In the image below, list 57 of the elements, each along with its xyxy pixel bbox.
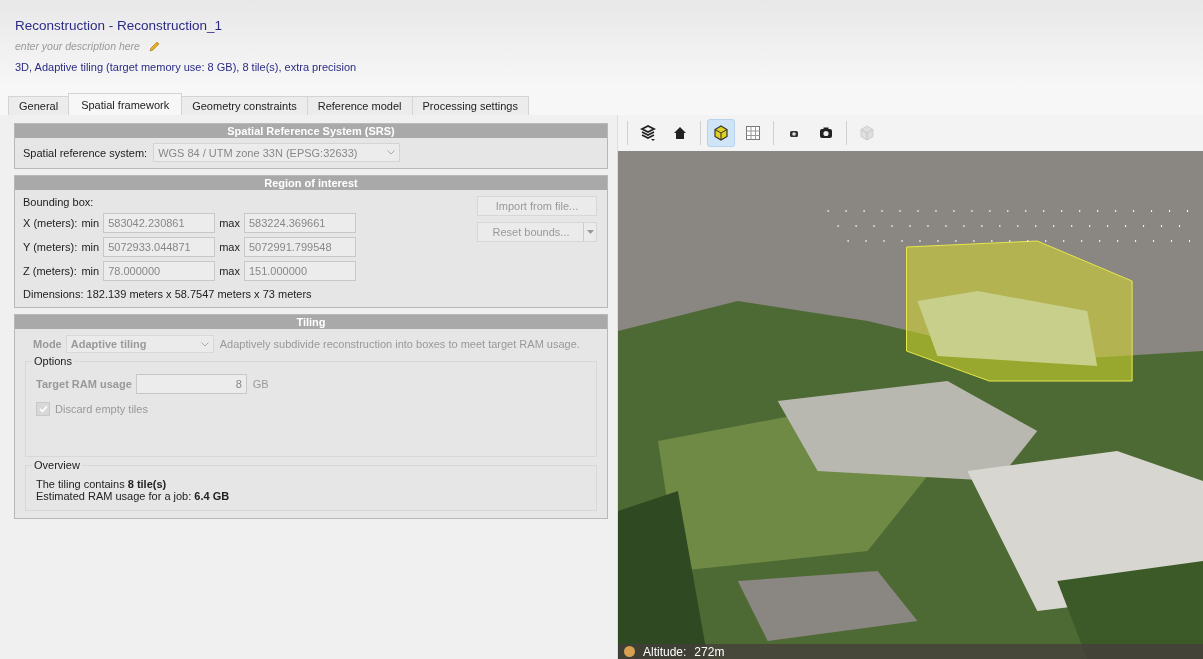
chevron-down-icon (200, 341, 209, 347)
mode-dropdown[interactable]: Adaptive tiling (65, 335, 214, 353)
unit-label: GB (252, 378, 269, 390)
overview-text: Estimated RAM usage for a job: 6.4 GB (36, 490, 231, 502)
box-button[interactable] (707, 119, 735, 147)
coordinate-field[interactable]: 78.000000 (103, 261, 216, 281)
report-title: Reconstruction - Reconstruction_1 (15, 18, 223, 33)
cube-icon (713, 125, 729, 141)
group-title: Options (32, 355, 74, 367)
chevron-down-icon (387, 150, 396, 155)
field-label: X (meters): (23, 217, 78, 229)
coordinate-field[interactable]: 583224.369661 (243, 213, 356, 233)
coordinate-field[interactable]: 5072933.044871 (103, 237, 216, 257)
field-label: Bounding box: (23, 196, 95, 208)
caret-down-icon (586, 230, 594, 234)
reset-bounds-button[interactable]: Reset bounds... (477, 222, 597, 242)
field-label: Spatial reference system: (23, 146, 148, 159)
group-title: Overview (32, 459, 82, 471)
altitude-value: 272m (694, 644, 725, 659)
section-header: Region of interest (15, 176, 607, 190)
home-icon (672, 125, 688, 141)
field-label: min (81, 217, 100, 229)
coordinate-field[interactable]: 5072991.799548 (243, 237, 356, 257)
overview-text: The tiling contains 8 tile(s) (36, 478, 168, 490)
summary-text: 3D, Adaptive tiling (target memory use: 8 GB), 8 tile(s), extra precision (15, 61, 357, 73)
section-header: Tiling (15, 315, 607, 329)
checkbox-label: Discard empty tiles (55, 403, 148, 415)
location-icon (624, 646, 635, 657)
coordinate-field[interactable]: 151.000000 (243, 261, 356, 281)
mode-hint: Adaptively subdivide reconstruction into boxes to meet target RAM usage. (219, 338, 580, 350)
tab[interactable]: Reference model (306, 96, 413, 115)
field-label: Target RAM usage (36, 378, 132, 390)
field-label: max (219, 217, 240, 229)
tab[interactable]: Geometry constraints (181, 96, 308, 115)
checkbox[interactable] (36, 402, 50, 416)
description-field[interactable]: enter your description here (15, 40, 141, 52)
layers-icon (640, 124, 656, 142)
grid-icon (745, 125, 761, 141)
field-label: min (81, 265, 100, 277)
tab[interactable]: General (8, 96, 70, 115)
field-label: min (81, 241, 100, 253)
field-label: Mode (33, 338, 62, 350)
field-label: max (219, 265, 240, 277)
coordinate-field[interactable]: 583042.230861 (103, 213, 216, 233)
section-header: Spatial Reference System (SRS) (15, 124, 607, 138)
altitude-label: Altitude: (643, 644, 687, 659)
ram-field[interactable]: 8 (135, 374, 247, 394)
tab[interactable]: Processing settings (411, 96, 529, 115)
check-icon (38, 405, 48, 413)
srs-dropdown[interactable]: WGS 84 / UTM zone 33N (EPSG:32633) (153, 143, 401, 162)
field-label: Y (meters): (23, 241, 78, 253)
field-label: Z (meters): (23, 265, 78, 277)
field-label: max (219, 241, 240, 253)
import-button[interactable]: Import from file... (477, 196, 597, 216)
dimensions-text: Dimensions: 182.139 meters x 58.7547 meters x 73 meters (23, 288, 313, 300)
cube-icon (859, 125, 875, 141)
camera-icon (818, 125, 834, 141)
